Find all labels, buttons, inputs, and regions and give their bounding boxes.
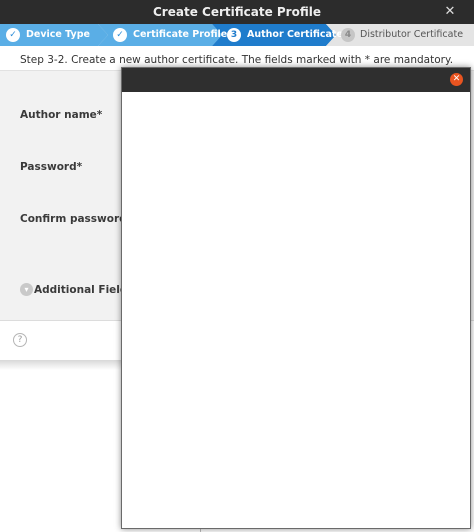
overlay-dialog: ✕ xyxy=(121,67,471,529)
overlay-titlebar: ✕ xyxy=(122,68,470,92)
author-name-label: Author name* xyxy=(20,109,103,121)
step-device-type: Device Type xyxy=(26,29,90,40)
step-number-icon: 4 xyxy=(341,28,355,42)
confirm-password-label: Confirm password* xyxy=(20,213,133,225)
step-check-icon: ✓ xyxy=(6,28,20,42)
step-number-icon: 3 xyxy=(227,28,241,42)
step-distributor-certificate: Distributor Certificate xyxy=(360,29,464,40)
wizard-steps: ✓ Device Type ✓ Certificate Profile 3 Au… xyxy=(0,24,474,46)
step-author-certificate: Author Certificate xyxy=(247,29,343,40)
window-shadow xyxy=(0,360,125,370)
window-title: Create Certificate Profile xyxy=(153,5,321,19)
window-close-icon[interactable]: ✕ xyxy=(442,4,458,20)
step-check-icon: ✓ xyxy=(113,28,127,42)
chevron-down-icon: ▾ xyxy=(20,283,33,296)
additional-fields-toggle[interactable]: ▾ Additional Fields xyxy=(20,283,134,296)
help-icon[interactable]: ? xyxy=(13,333,27,347)
password-label: Password* xyxy=(20,161,83,173)
window-titlebar: Create Certificate Profile ✕ xyxy=(0,0,474,24)
additional-fields-label: Additional Fields xyxy=(34,283,134,296)
overlay-close-icon[interactable]: ✕ xyxy=(450,73,463,86)
step-certificate-profile: Certificate Profile xyxy=(133,29,228,40)
